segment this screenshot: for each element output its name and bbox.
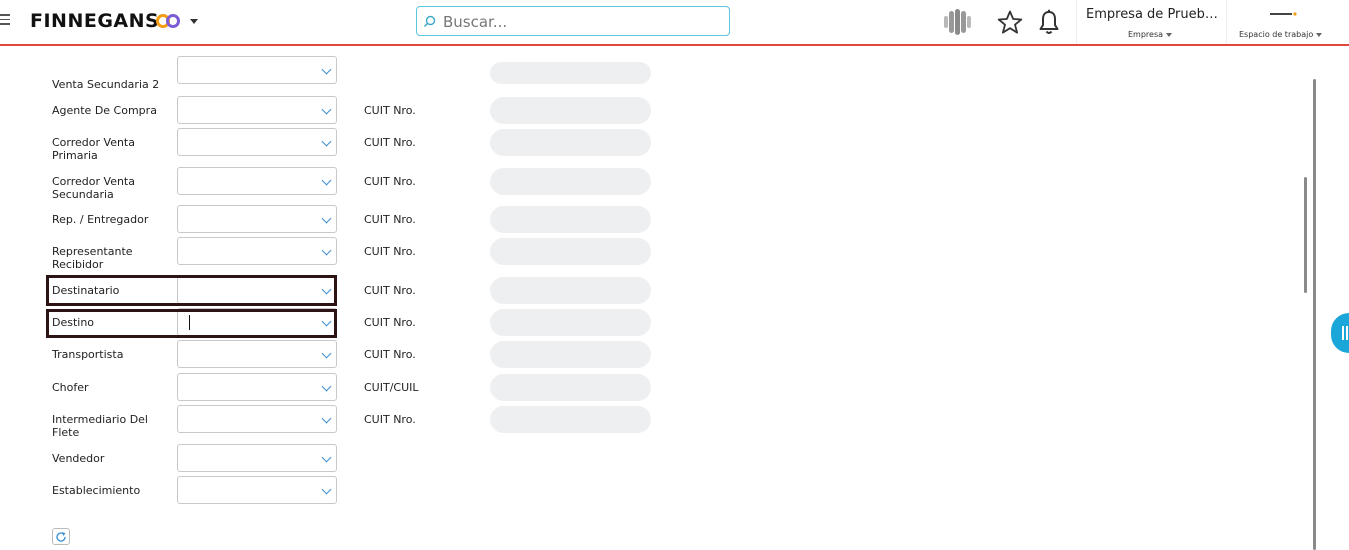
chevron-down-icon [321, 245, 332, 256]
cuit-label: CUIT Nro. [364, 104, 416, 117]
chevron-down-icon [321, 413, 332, 424]
agente-de-compra-select[interactable] [177, 96, 337, 124]
vendedor-select[interactable] [177, 444, 337, 472]
chevron-down-icon [1316, 32, 1323, 37]
field-label: Corredor Venta Secundaria [52, 175, 135, 201]
field-label: Destino [52, 316, 95, 329]
field-label: Venta Secundaria 2 [52, 78, 160, 91]
company-selector[interactable]: Empresa de Prueba... Empresa [1078, 0, 1226, 44]
assistant-icon[interactable] [942, 8, 972, 36]
chevron-down-icon [321, 381, 332, 392]
field-label: Agente De Compra [52, 104, 157, 117]
page-scrollbar[interactable] [1313, 79, 1316, 550]
corredor-venta-secundaria-select[interactable] [177, 167, 337, 195]
cuil-field [490, 374, 651, 401]
chevron-down-icon [321, 484, 332, 495]
brand-logo-icon [156, 14, 180, 28]
destino-select[interactable] [177, 308, 337, 336]
chevron-down-icon [321, 348, 332, 359]
refresh-icon [56, 532, 66, 542]
field-label: Corredor Venta Primaria [52, 136, 135, 162]
cuit-field [490, 406, 651, 433]
form-panel: Venta Secundaria 2 Agente De Compra CUIT… [0, 46, 1349, 550]
rep-entregador-select[interactable] [177, 205, 337, 233]
chevron-down-icon [321, 213, 332, 224]
cuil-label: CUIT/CUIL [364, 381, 419, 394]
chevron-down-icon [321, 136, 332, 147]
cuit-field [490, 129, 651, 156]
cuit-label: CUIT Nro. [364, 413, 416, 426]
cuit-label: CUIT Nro. [364, 245, 416, 258]
cuit-field [490, 238, 651, 265]
workspace-label: Espacio de trabajo [1239, 30, 1323, 39]
cuit-field [490, 62, 651, 84]
inner-scrollbar[interactable] [1304, 177, 1307, 293]
company-label: Empresa [1128, 30, 1173, 39]
chevron-down-icon [321, 64, 332, 75]
cuit-field [490, 97, 651, 124]
field-label: Establecimiento [52, 484, 141, 497]
cuit-label: CUIT Nro. [364, 316, 416, 329]
cuit-field [490, 309, 651, 336]
field-label: Rep. / Entregador [52, 213, 149, 226]
search-icon [424, 15, 436, 27]
cuit-field [490, 341, 651, 368]
brand-dropdown-icon[interactable] [190, 19, 198, 24]
destinatario-select[interactable] [177, 276, 337, 304]
chevron-down-icon [1166, 32, 1173, 37]
corredor-venta-primaria-select[interactable] [177, 128, 337, 156]
header-divider [1226, 0, 1227, 44]
chevron-down-icon [321, 175, 332, 186]
company-name: Empresa de Prueba... [1086, 7, 1222, 22]
cuit-field [490, 206, 651, 233]
hamburger-icon[interactable] [0, 14, 10, 28]
field-label: Intermediario Del Flete [52, 413, 148, 439]
field-label: Transportista [52, 348, 124, 361]
cuit-label: CUIT Nro. [364, 175, 416, 188]
text-cursor [189, 315, 190, 330]
workspace-selector[interactable]: Espacio de trabajo [1228, 0, 1349, 44]
cuit-label: CUIT Nro. [364, 348, 416, 361]
chevron-down-icon [321, 452, 332, 463]
chofer-select[interactable] [177, 373, 337, 401]
chevron-down-icon [321, 284, 332, 295]
field-label: Chofer [52, 381, 89, 394]
venta-secundaria-2-select[interactable] [177, 56, 337, 84]
workspace-logo-icon [1270, 12, 1297, 16]
cuit-label: CUIT Nro. [364, 284, 416, 297]
brand-name[interactable]: FINNEGANS [30, 10, 159, 32]
transportista-select[interactable] [177, 340, 337, 368]
chevron-down-icon [321, 104, 332, 115]
cuit-field [490, 277, 651, 304]
establecimiento-select[interactable] [177, 476, 337, 504]
cuit-label: CUIT Nro. [364, 213, 416, 226]
field-label: Representante Recibidor [52, 245, 133, 271]
top-bar: FINNEGANS Empresa de Prueba... Empresa [0, 0, 1349, 46]
header-divider [1076, 0, 1077, 44]
cuit-field [490, 168, 651, 195]
side-panel-icon[interactable] [1331, 313, 1349, 353]
star-icon[interactable] [997, 10, 1023, 35]
field-label: Destinatario [52, 284, 120, 297]
representante-recibidor-select[interactable] [177, 237, 337, 265]
field-label: Vendedor [52, 452, 105, 465]
search-input[interactable] [441, 11, 725, 33]
bell-icon[interactable] [1038, 9, 1060, 35]
search-box[interactable] [416, 6, 730, 36]
intermediario-del-flete-select[interactable] [177, 405, 337, 433]
chevron-down-icon [321, 316, 332, 327]
refresh-button[interactable] [52, 528, 70, 545]
cuit-label: CUIT Nro. [364, 136, 416, 149]
